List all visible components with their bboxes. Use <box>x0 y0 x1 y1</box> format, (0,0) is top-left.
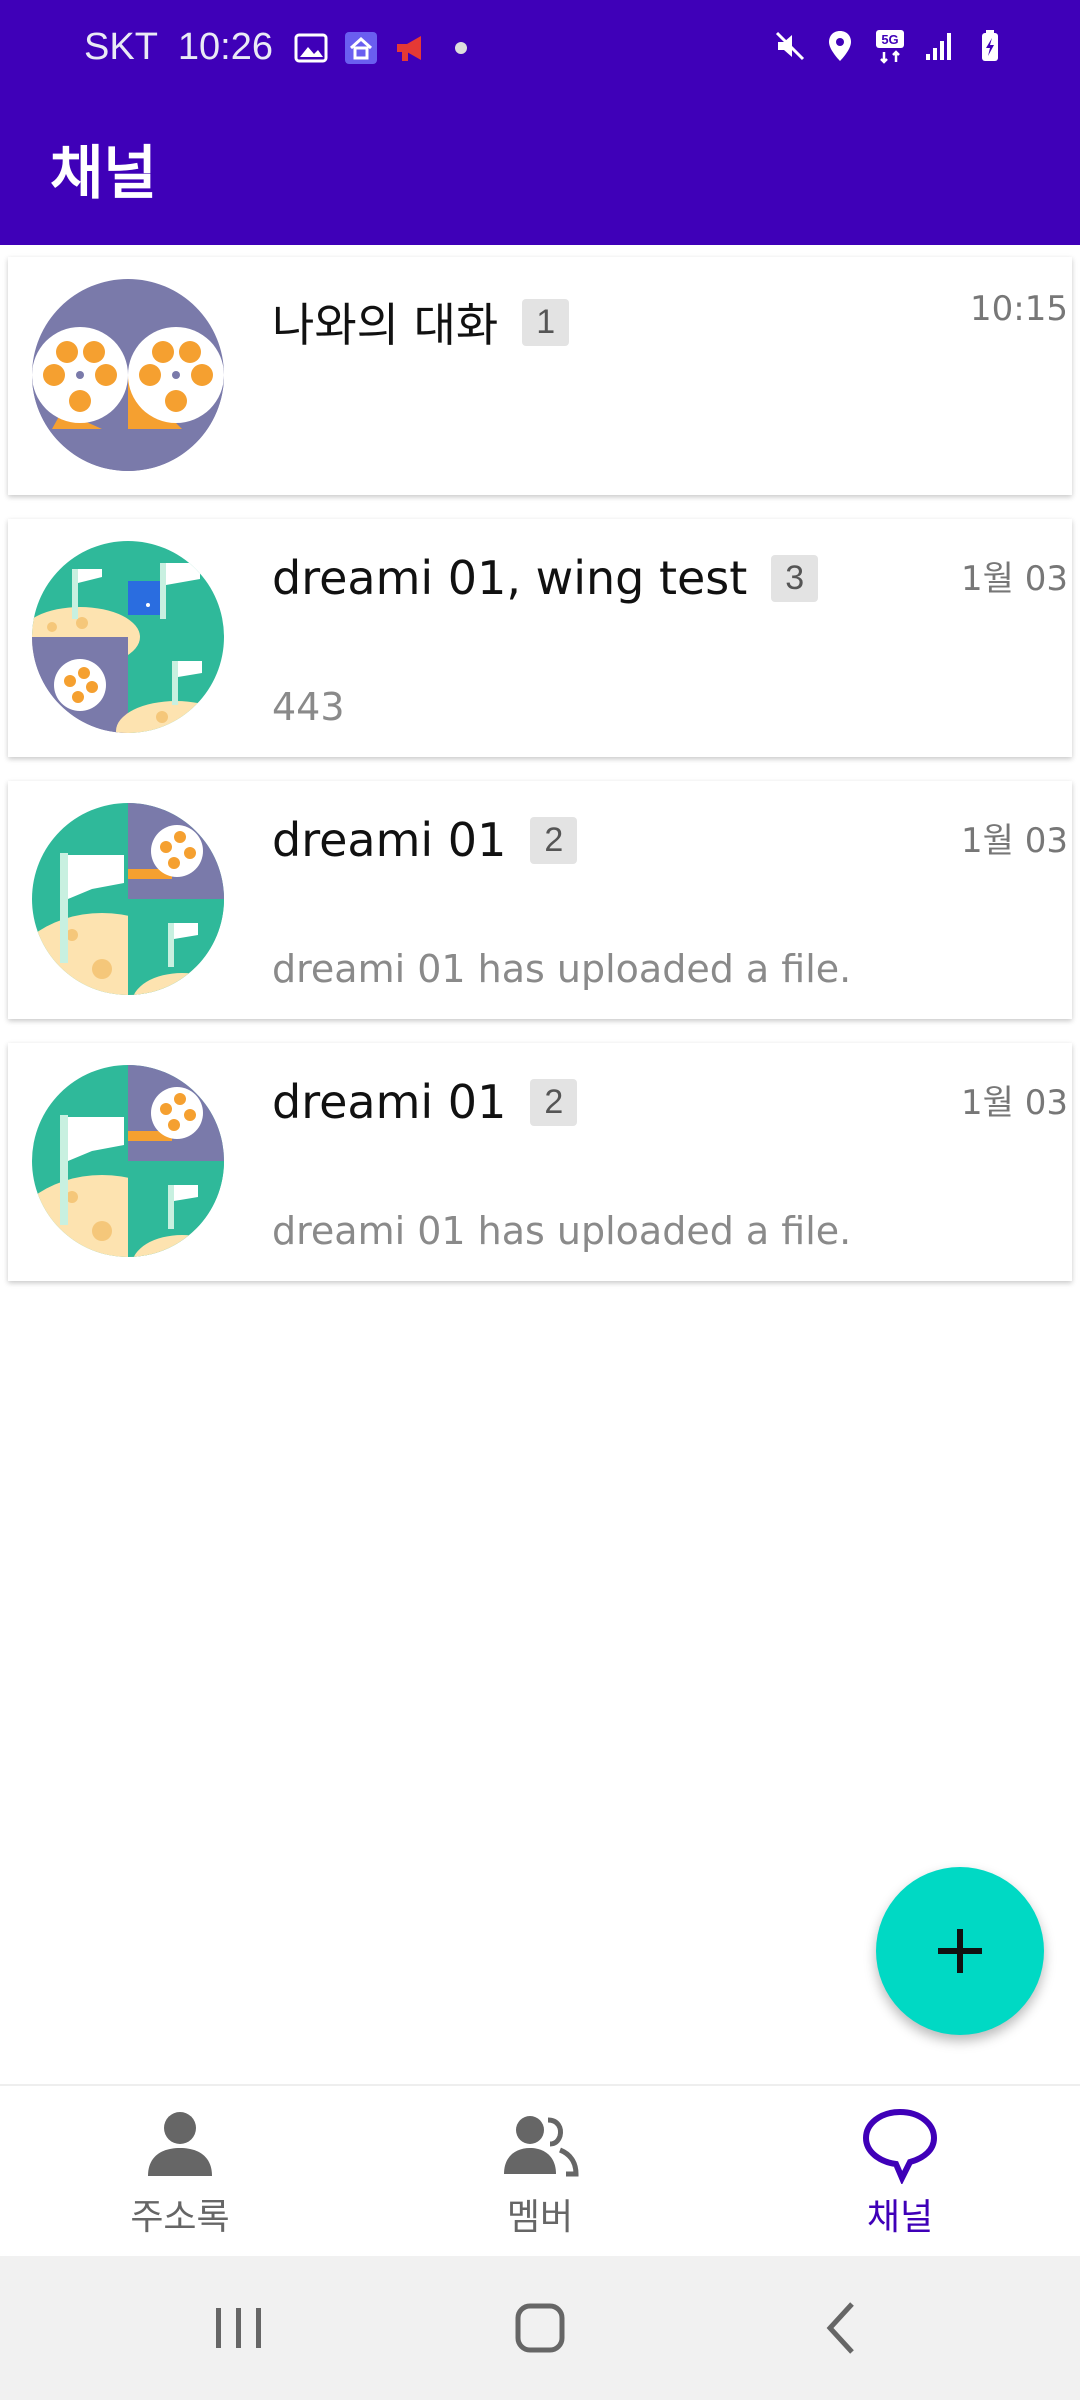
channel-item[interactable]: dreami 01 2 1월 03 dreami 01 has uploaded… <box>8 781 1072 1019</box>
system-navigation-bar <box>0 2256 1080 2400</box>
nav-item-channels[interactable]: 채널 <box>720 2086 1080 2258</box>
nav-item-contacts[interactable]: 주소록 <box>0 2086 360 2258</box>
battery-charging-icon <box>972 28 1008 64</box>
page-title: 채널 <box>50 139 157 207</box>
channel-item[interactable]: dreami 01 2 1월 03 dreami 01 has uploaded… <box>8 1043 1072 1281</box>
channel-avatar <box>32 1065 224 1257</box>
back-icon <box>826 2302 854 2354</box>
recent-apps-icon <box>216 2308 261 2348</box>
status-clock: 10:26 <box>177 26 273 68</box>
channel-time: 10:15 <box>970 289 1068 329</box>
channel-name: dreami 01 <box>272 813 507 867</box>
network-5g-icon: 5G <box>872 28 908 64</box>
member-count-badge: 2 <box>530 1078 578 1126</box>
svg-text:5G: 5G <box>881 32 898 47</box>
recent-apps-button[interactable] <box>196 2286 280 2370</box>
channel-name: 나와의 대화 <box>272 298 499 352</box>
channel-avatar <box>32 803 224 995</box>
person-icon <box>148 2112 212 2176</box>
status-bar: SKT 10:26 5G <box>0 0 1080 96</box>
channel-avatar <box>32 541 224 733</box>
back-button[interactable] <box>800 2286 884 2370</box>
bottom-navigation: 주소록 멤버 채널 <box>0 2084 1080 2258</box>
channel-preview: dreami 01 has uploaded a file. <box>272 947 852 991</box>
mute-icon <box>772 28 808 64</box>
home-icon <box>515 2303 565 2353</box>
channel-preview: 443 <box>272 685 345 729</box>
megaphone-notification-icon <box>393 30 429 66</box>
plus-icon <box>938 1929 982 1973</box>
member-count-badge: 3 <box>771 554 819 602</box>
carrier-label: SKT <box>84 26 158 68</box>
location-icon <box>822 28 858 64</box>
signal-strength-icon <box>922 28 958 64</box>
channel-item[interactable]: 나와의 대화 1 10:15 <box>8 257 1072 495</box>
top-app-bar: SKT 10:26 5G 채널 <box>0 0 1080 245</box>
nav-label: 주소록 <box>130 2197 230 2238</box>
channel-avatar <box>32 279 224 471</box>
member-count-badge: 2 <box>530 816 578 864</box>
channel-time: 1월 03 <box>961 559 1068 599</box>
channel-time: 1월 03 <box>961 1083 1068 1123</box>
nav-label: 멤버 <box>506 2197 574 2238</box>
channel-name: dreami 01 <box>272 1075 507 1129</box>
nav-label: 채널 <box>866 2197 934 2238</box>
nav-item-members[interactable]: 멤버 <box>360 2086 720 2258</box>
new-channel-button[interactable] <box>876 1867 1044 2035</box>
channel-item[interactable]: dreami 01, wing test 3 1월 03 443 <box>8 519 1072 757</box>
member-count-badge: 1 <box>522 298 570 346</box>
home-button[interactable] <box>498 2286 582 2370</box>
chat-bubble-icon <box>862 2108 938 2184</box>
channel-time: 1월 03 <box>961 821 1068 861</box>
gallery-notification-icon <box>293 30 329 66</box>
home-notification-icon <box>343 30 379 66</box>
channel-name: dreami 01, wing test <box>272 551 748 605</box>
more-notifications-dot-icon <box>443 30 479 66</box>
channel-preview: dreami 01 has uploaded a file. <box>272 1209 852 1253</box>
group-icon <box>504 2116 579 2177</box>
